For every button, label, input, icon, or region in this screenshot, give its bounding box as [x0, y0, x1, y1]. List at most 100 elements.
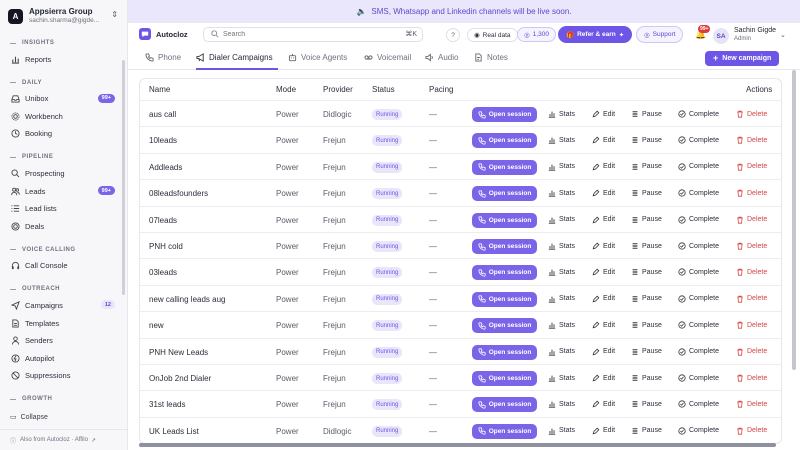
stats-button[interactable]: Stats	[548, 268, 575, 277]
edit-button[interactable]: Edit	[592, 295, 615, 303]
open-session-button[interactable]: Open session	[472, 265, 537, 281]
sidebar-item-unibox[interactable]: Unibox 99+	[10, 92, 118, 106]
sidebar-item-leads[interactable]: Leads 99+	[10, 184, 118, 198]
sidebar-item-senders[interactable]: Senders	[10, 334, 118, 348]
tab-phone[interactable]: Phone	[145, 53, 181, 62]
open-session-button[interactable]: Open session	[472, 186, 537, 202]
table-row[interactable]: 10leads Power Frejun Running — Open session St…	[140, 126, 781, 152]
stats-button[interactable]: Stats	[548, 321, 575, 329]
campaign-name[interactable]: OnJob 2nd Dialer	[149, 374, 211, 383]
campaign-name[interactable]: 08leadsfounders	[149, 189, 208, 198]
pause-button[interactable]: Pause	[631, 136, 662, 144]
open-session-button[interactable]: Open session	[472, 318, 537, 334]
complete-button[interactable]: Complete	[678, 163, 719, 171]
collapse-button[interactable]: ▭ Collapse	[10, 413, 48, 422]
tab-voice-agents[interactable]: Voice Agents	[288, 53, 347, 62]
complete-button[interactable]: Complete	[678, 400, 719, 408]
campaign-name[interactable]: Addleads	[149, 163, 182, 172]
sidebar-item-call-console[interactable]: Call Console	[10, 259, 118, 273]
stats-button[interactable]: Stats	[548, 242, 575, 250]
table-row[interactable]: 31st leads Power Frejun Running — Open sessio…	[140, 390, 781, 416]
avatar[interactable]: SA	[713, 28, 729, 44]
edit-button[interactable]: Edit	[592, 163, 615, 171]
table-row[interactable]: Addleads Power Frejun Running — Open session S…	[140, 152, 781, 179]
edit-button[interactable]: Edit	[592, 321, 615, 329]
delete-button[interactable]: Delete	[736, 268, 767, 276]
complete-button[interactable]: Complete	[678, 321, 719, 329]
campaign-name[interactable]: 07leads	[149, 216, 177, 225]
vertical-scrollbar[interactable]	[792, 70, 796, 370]
edit-button[interactable]: Edit	[592, 427, 615, 435]
edit-button[interactable]: Edit	[592, 110, 615, 118]
open-session-button[interactable]: Open session	[472, 159, 537, 175]
delete-button[interactable]: Delete	[736, 348, 767, 356]
pause-button[interactable]: Pause	[631, 268, 662, 276]
org-switcher[interactable]: A Appsierra Group sachin.sharma@gigde...…	[8, 5, 124, 27]
sidebar-item-templates[interactable]: Templates	[10, 316, 118, 330]
pause-button[interactable]: Pause	[631, 242, 662, 250]
sidebar-item-deals[interactable]: Deals	[10, 219, 118, 233]
pause-button[interactable]: Pause	[631, 216, 662, 224]
credits-badge[interactable]: ◎ 1,300	[517, 27, 556, 42]
chevron-down-icon[interactable]: ⌄	[780, 31, 786, 39]
complete-button[interactable]: Complete	[678, 110, 719, 118]
stats-button[interactable]: Stats	[548, 427, 575, 435]
delete-button[interactable]: Delete	[736, 110, 767, 118]
new-campaign-button[interactable]: + New campaign	[705, 51, 780, 66]
stats-button[interactable]: Stats	[548, 400, 575, 409]
campaign-name[interactable]: 03leads	[149, 268, 177, 277]
table-row[interactable]: 08leadsfounders Power Frejun Running — Open s…	[140, 179, 781, 205]
stats-button[interactable]: Stats	[548, 110, 575, 118]
tab-notes[interactable]: Notes	[474, 53, 508, 62]
open-session-button[interactable]: Open session	[472, 133, 537, 149]
sidebar-item-suppressions[interactable]: Suppressions	[10, 369, 118, 383]
open-session-button[interactable]: Open session	[472, 423, 537, 439]
sidebar-footer[interactable]: ⓘ Also from Autocloz · Affilo ↗	[0, 429, 128, 450]
sidebar-item-prospecting[interactable]: Prospecting	[10, 166, 118, 180]
open-session-button[interactable]: Open session	[472, 107, 537, 122]
horizontal-scrollbar[interactable]	[139, 443, 776, 447]
delete-button[interactable]: Delete	[736, 189, 767, 197]
campaign-name[interactable]: new calling leads aug	[149, 295, 226, 304]
table-row[interactable]: 03leads Power Frejun Running — Open session St…	[140, 258, 781, 284]
campaign-name[interactable]: 10leads	[149, 136, 177, 145]
complete-button[interactable]: Complete	[678, 136, 719, 144]
stats-button[interactable]: Stats	[548, 295, 575, 303]
sidebar-item-workbench[interactable]: Workbench	[10, 109, 118, 123]
sidebar-item-booking[interactable]: Booking	[10, 127, 118, 141]
pause-button[interactable]: Pause	[631, 189, 662, 197]
delete-button[interactable]: Delete	[736, 374, 767, 382]
edit-button[interactable]: Edit	[592, 242, 615, 250]
edit-button[interactable]: Edit	[592, 374, 615, 382]
help-button[interactable]: ?	[446, 28, 460, 42]
delete-button[interactable]: Delete	[736, 295, 767, 303]
complete-button[interactable]: Complete	[678, 295, 719, 303]
search-input[interactable]	[223, 31, 403, 38]
delete-button[interactable]: Delete	[736, 163, 767, 171]
edit-button[interactable]: Edit	[592, 216, 615, 224]
sidebar-scrollbar[interactable]	[122, 60, 125, 295]
notifications-button[interactable]: 🔔 99+	[695, 25, 711, 40]
stats-button[interactable]: Stats	[548, 216, 575, 224]
tab-dialer-campaigns[interactable]: Dialer Campaigns	[196, 53, 273, 62]
pause-button[interactable]: Pause	[631, 348, 662, 356]
pause-button[interactable]: Pause	[631, 427, 662, 435]
stats-button[interactable]: Stats	[548, 163, 575, 171]
brand[interactable]: Autocloz	[139, 28, 188, 40]
table-row[interactable]: new Power Frejun Running — Open session Stats E…	[140, 311, 781, 337]
stats-button[interactable]: Stats	[548, 189, 575, 197]
delete-button[interactable]: Delete	[736, 242, 767, 250]
open-session-button[interactable]: Open session	[472, 397, 537, 413]
campaign-name[interactable]: 31st leads	[149, 400, 185, 409]
complete-button[interactable]: Complete	[678, 347, 719, 356]
complete-button[interactable]: Complete	[678, 374, 719, 382]
tab-audio[interactable]: Audio	[425, 53, 458, 62]
table-row[interactable]: aus call Power Didlogic Running — Open sessio…	[140, 100, 781, 126]
pause-button[interactable]: Pause	[631, 321, 662, 329]
stats-button[interactable]: Stats	[548, 374, 575, 382]
campaign-name[interactable]: PNH New Leads	[149, 348, 208, 357]
stats-button[interactable]: Stats	[548, 348, 575, 356]
edit-button[interactable]: Edit	[592, 189, 615, 197]
delete-button[interactable]: Delete	[736, 427, 767, 435]
pause-button[interactable]: Pause	[631, 374, 662, 382]
